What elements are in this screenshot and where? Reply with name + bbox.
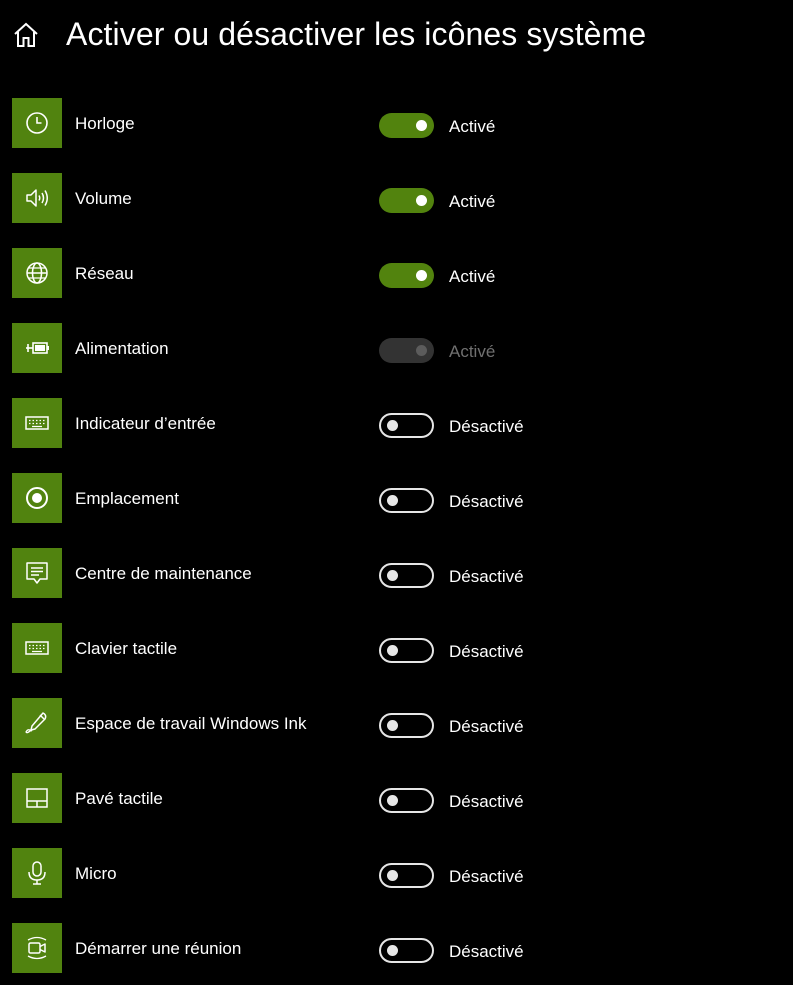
toggle-state-label: Désactivé — [449, 642, 524, 661]
toggle-volume[interactable] — [379, 188, 434, 213]
keyboard-icon — [12, 398, 62, 448]
system-icons-list: Horloge Activé Volume Activé Réseau Activé Ali… — [0, 98, 793, 985]
toggle-state-label: Désactivé — [449, 792, 524, 811]
toggle-knob — [416, 270, 427, 281]
list-item-emplacement: Emplacement Désactivé — [0, 473, 793, 548]
keyboard-icon — [12, 623, 62, 673]
item-label: Démarrer une réunion — [75, 939, 242, 958]
item-label: Micro — [75, 864, 117, 883]
toggle-state-label: Désactivé — [449, 867, 524, 886]
toggle-espace-de-travail-windows-ink[interactable] — [379, 713, 434, 738]
toggle-reseau[interactable] — [379, 263, 434, 288]
toggle-demarrer-une-reunion[interactable] — [379, 938, 434, 963]
toggle-knob — [416, 195, 427, 206]
toggle-knob — [416, 345, 427, 356]
volume-icon — [12, 173, 62, 223]
toggle-knob — [387, 795, 398, 806]
list-item-demarrer-une-reunion: Démarrer une réunion Désactivé — [0, 923, 793, 985]
pen-icon — [12, 698, 62, 748]
list-item-alimentation: Alimentation Activé — [0, 323, 793, 398]
list-item-clavier-tactile: Clavier tactile Désactivé — [0, 623, 793, 698]
toggle-indicateur-d-entree[interactable] — [379, 413, 434, 438]
item-label: Centre de maintenance — [75, 564, 252, 583]
toggle-emplacement[interactable] — [379, 488, 434, 513]
list-item-espace-de-travail-windows-ink: Espace de travail Windows Ink Désactivé — [0, 698, 793, 773]
home-icon[interactable] — [12, 21, 40, 49]
list-item-volume: Volume Activé — [0, 173, 793, 248]
action-center-icon — [12, 548, 62, 598]
toggle-state-label: Désactivé — [449, 417, 524, 436]
item-label: Pavé tactile — [75, 789, 163, 808]
toggle-alimentation — [379, 338, 434, 363]
clock-icon — [12, 98, 62, 148]
toggle-state-label: Activé — [449, 192, 496, 211]
toggle-knob — [387, 570, 398, 581]
toggle-knob — [387, 720, 398, 731]
item-label: Clavier tactile — [75, 639, 178, 658]
toggle-knob — [387, 870, 398, 881]
toggle-horloge[interactable] — [379, 113, 434, 138]
item-label: Volume — [75, 189, 132, 208]
item-label: Horloge — [75, 114, 135, 133]
list-item-reseau: Réseau Activé — [0, 248, 793, 323]
location-icon — [12, 473, 62, 523]
item-label: Emplacement — [75, 489, 179, 508]
page-title: Activer ou désactiver les icônes système — [66, 16, 647, 52]
toggle-state-label: Activé — [449, 267, 496, 286]
toggle-state-label: Activé — [449, 117, 496, 136]
toggle-knob — [387, 945, 398, 956]
settings-page: Activer ou désactiver les icônes système… — [0, 0, 793, 985]
toggle-centre-de-maintenance[interactable] — [379, 563, 434, 588]
item-label: Indicateur d’entrée — [75, 414, 216, 433]
list-item-centre-de-maintenance: Centre de maintenance Désactivé — [0, 548, 793, 623]
meet-now-icon — [12, 923, 62, 973]
toggle-knob — [387, 495, 398, 506]
header: Activer ou désactiver les icônes système — [0, 0, 793, 70]
touchpad-icon — [12, 773, 62, 823]
toggle-knob — [416, 120, 427, 131]
microphone-icon — [12, 848, 62, 898]
toggle-clavier-tactile[interactable] — [379, 638, 434, 663]
list-item-pave-tactile: Pavé tactile Désactivé — [0, 773, 793, 848]
toggle-state-label: Désactivé — [449, 492, 524, 511]
list-item-indicateur-d-entree: Indicateur d’entrée Désactivé — [0, 398, 793, 473]
battery-plug-icon — [12, 323, 62, 373]
list-item-horloge: Horloge Activé — [0, 98, 793, 173]
toggle-micro[interactable] — [379, 863, 434, 888]
item-label: Réseau — [75, 264, 134, 283]
item-label: Espace de travail Windows Ink — [75, 714, 307, 733]
toggle-state-label: Activé — [449, 342, 496, 361]
toggle-pave-tactile[interactable] — [379, 788, 434, 813]
toggle-state-label: Désactivé — [449, 942, 524, 961]
globe-icon — [12, 248, 62, 298]
toggle-state-label: Désactivé — [449, 717, 524, 736]
list-item-micro: Micro Désactivé — [0, 848, 793, 923]
toggle-knob — [387, 645, 398, 656]
item-label: Alimentation — [75, 339, 169, 358]
toggle-state-label: Désactivé — [449, 567, 524, 586]
toggle-knob — [387, 420, 398, 431]
